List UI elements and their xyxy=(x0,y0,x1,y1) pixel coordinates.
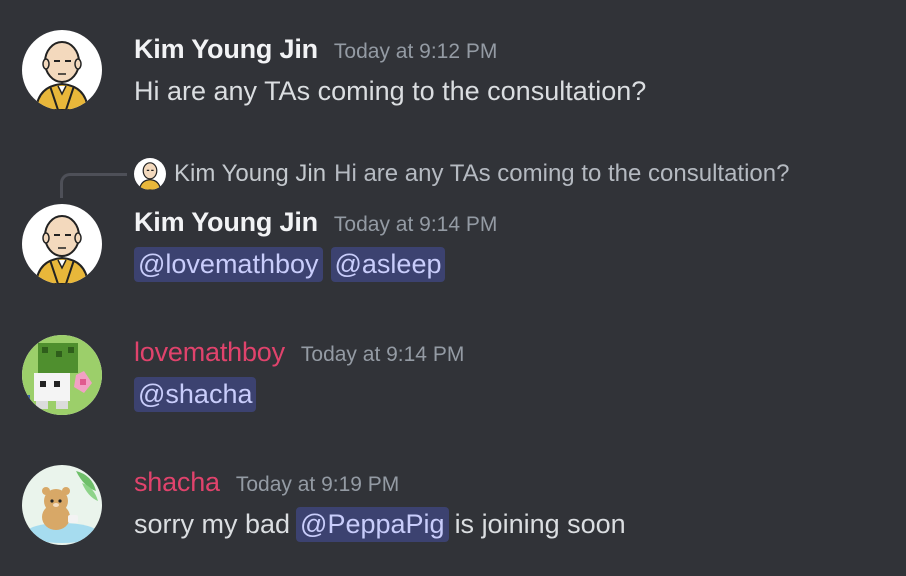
mention-lovemathboy[interactable]: @lovemathboy xyxy=(134,247,323,282)
kim-avatar-icon[interactable] xyxy=(22,204,102,284)
message-2-content: @lovemathboy @asleep xyxy=(134,247,453,282)
message-4-content: sorry my bad @PeppaPig is joining soon xyxy=(134,507,626,542)
kim-avatar-icon[interactable] xyxy=(22,30,102,110)
message-4-header: shacha Today at 9:19 PM xyxy=(134,467,399,498)
message-2-header: Kim Young Jin Today at 9:14 PM xyxy=(134,207,497,238)
mention-shacha[interactable]: @shacha xyxy=(134,377,257,412)
message-text-before: sorry my bad xyxy=(134,509,291,539)
author-name[interactable]: shacha xyxy=(134,467,220,498)
lovemathboy-avatar-icon[interactable] xyxy=(22,335,102,415)
message-1-content: Hi are any TAs coming to the consultatio… xyxy=(134,76,646,107)
reply-text: Hi are any TAs coming to the consultatio… xyxy=(334,160,790,187)
timestamp[interactable]: Today at 9:12 PM xyxy=(334,40,497,64)
reply-author: Kim Young Jin xyxy=(174,160,327,187)
message-3-header: lovemathboy Today at 9:14 PM xyxy=(134,337,464,368)
shacha-avatar-icon[interactable] xyxy=(22,465,102,545)
author-name[interactable]: Kim Young Jin xyxy=(134,207,318,238)
reply-connector xyxy=(60,173,127,198)
mention-asleep[interactable]: @asleep xyxy=(330,247,446,282)
message-1-header: Kim Young Jin Today at 9:12 PM xyxy=(134,34,497,65)
message-text: Hi are any TAs coming to the consultatio… xyxy=(134,76,647,106)
chat-log: Kim Young Jin Today at 9:12 PM Hi are an… xyxy=(0,0,906,576)
author-name[interactable]: Kim Young Jin xyxy=(134,34,318,65)
message-3-content: @shacha xyxy=(134,377,264,412)
timestamp[interactable]: Today at 9:14 PM xyxy=(334,213,497,237)
author-name[interactable]: lovemathboy xyxy=(134,337,285,368)
reply-avatar-icon xyxy=(134,158,166,190)
timestamp[interactable]: Today at 9:14 PM xyxy=(301,343,464,367)
reply-preview[interactable]: Kim Young Jin Hi are any TAs coming to t… xyxy=(134,158,789,190)
message-text-after: is joining soon xyxy=(454,509,626,539)
mention-peppapig[interactable]: @PeppaPig xyxy=(296,507,449,542)
timestamp[interactable]: Today at 9:19 PM xyxy=(236,473,399,497)
